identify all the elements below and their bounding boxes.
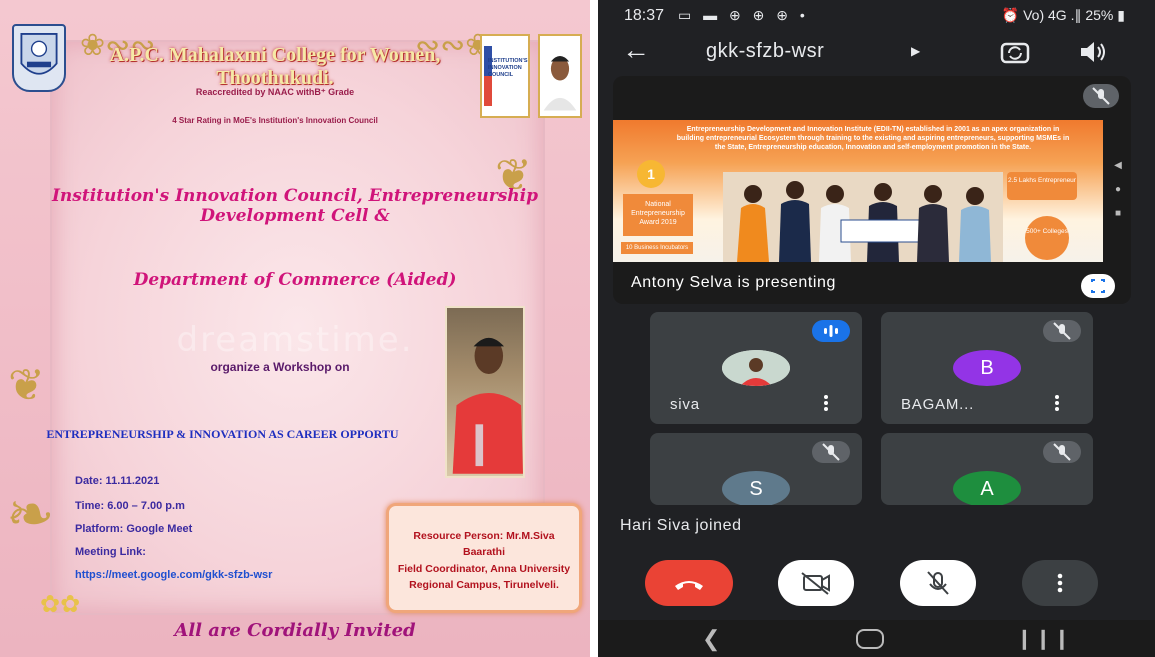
participant-name: siva [670, 396, 700, 413]
circle-dot-icon: ● [1114, 184, 1122, 195]
participant-tile-a[interactable]: A [881, 433, 1093, 505]
status-bar: 18:37 ▭ ▬ ⊕ ⊕ ⊕ • ⏰ Vo) 4G .∥ 25% ▮ [598, 4, 1155, 28]
switch-camera-icon[interactable] [998, 38, 1032, 66]
signal-icons: ⏰ Vo) 4G .∥ [1001, 7, 1082, 23]
meeting-code[interactable]: gkk-sfzb-wsr [706, 40, 824, 63]
square-stop-icon: ■ [1114, 208, 1122, 219]
emblem-icon [20, 33, 58, 75]
workshop-topic: ENTREPRENEURSHIP & INNOVATION AS CAREER … [46, 427, 399, 441]
participant-tile-s[interactable]: S [650, 433, 862, 505]
college-name: A.P.C. Mahalaxmi College for Women, Thoo… [109, 44, 441, 89]
avatar-photo [722, 350, 790, 386]
participant-tile-siva[interactable]: siva [650, 312, 862, 424]
meeting-link-label: Meeting Link: [75, 546, 146, 558]
more-vert-icon[interactable] [1051, 394, 1063, 412]
mic-off-icon [822, 443, 840, 461]
slide-rank-badge: 1 [637, 160, 665, 188]
gold-flower-ornament: ✿✿ [40, 590, 81, 618]
speaker-audio-icon[interactable] [1076, 38, 1110, 66]
dignitary-portrait [538, 34, 582, 118]
presentation-tile[interactable]: Entrepreneurship Development and Innovat… [613, 76, 1131, 304]
avatar-letter: B [953, 350, 1021, 386]
muted-indicator [812, 441, 850, 463]
rating-text: 4 Star Rating in MoE's Institution's Inn… [172, 116, 378, 125]
nav-recents-icon[interactable]: ❙❙❙ [1016, 626, 1072, 651]
camera-off-icon [801, 572, 830, 595]
slide-side-controls: ◀ ● ■ [1113, 154, 1123, 264]
event-time: Time: 6.00 – 7.00 p.m [75, 500, 185, 512]
iic-logo-text: INSTITUTION'S INNOVATION COUNCIL [488, 58, 528, 79]
closing-text: All are Cordially Invited [174, 620, 416, 641]
mic-off-icon [1053, 322, 1071, 340]
meet-top-bar: ← gkk-sfzb-wsr ▶ [598, 34, 1155, 70]
hang-up-icon [675, 581, 703, 590]
event-date: Date: 11.11.2021 [75, 475, 160, 487]
status-time: 18:37 [624, 7, 665, 24]
fullscreen-button[interactable] [1081, 274, 1115, 298]
nav-back-icon[interactable]: ❮ [702, 626, 720, 652]
award-ceremony-photo [723, 172, 1003, 262]
battery-icon: ▮ [1117, 7, 1125, 23]
participant-name: BAGAM... [901, 396, 975, 413]
event-platform: Platform: Google Meet [75, 523, 193, 535]
college-emblem-logo [12, 24, 66, 92]
resource-person-photo [445, 306, 525, 478]
resource-person-box: Resource Person: Mr.M.Siva Baarathi Fiel… [386, 503, 582, 613]
avatar-letter: A [953, 471, 1021, 505]
mic-off-icon [1053, 443, 1071, 461]
avatar-letter: S [722, 471, 790, 505]
presenting-label: Antony Selva is presenting [631, 274, 837, 291]
system-nav-bar: ❮ ❙❙❙ [598, 620, 1155, 657]
iic-logo: INSTITUTION'S INNOVATION COUNCIL [480, 34, 530, 118]
accreditation-text: Reaccredited by NAAC withB⁺ Grade [195, 87, 355, 97]
iic-logo-bar-red [484, 76, 492, 106]
mic-off-icon [927, 571, 949, 595]
participant-tile-bagam[interactable]: B BAGAM... [881, 312, 1093, 424]
speaking-indicator [812, 320, 850, 342]
more-options-button[interactable] [1022, 560, 1098, 606]
slide-intro-text: Entrepreneurship Development and Innovat… [676, 126, 1070, 151]
resource-person-role: Field Coordinator, Anna University Regio… [397, 562, 571, 591]
audio-levels-icon [824, 325, 838, 337]
camera-toggle-button[interactable] [778, 560, 854, 606]
gold-swirl-ornament: ❧ [6, 480, 55, 548]
shared-slide: Entrepreneurship Development and Innovat… [613, 120, 1103, 262]
slide-footer-label: 10 Business Incubators [621, 242, 693, 254]
meet-call-screen: 18:37 ▭ ▬ ⊕ ⊕ ⊕ • ⏰ Vo) 4G .∥ 25% ▮ ← gk… [598, 0, 1155, 657]
end-call-button[interactable] [645, 560, 733, 606]
participant-photo-icon [722, 350, 790, 386]
status-right: ⏰ Vo) 4G .∥ 25% ▮ [1002, 7, 1125, 24]
join-notification: Hari Siva joined [620, 517, 742, 534]
resource-person-name: Resource Person: Mr.M.Siva Baarathi [413, 530, 555, 559]
microphone-toggle-button[interactable] [900, 560, 976, 606]
slide-stat-entrepreneurs: 2.5 Lakhs Entrepreneur [1007, 172, 1077, 200]
battery-level: 25% [1085, 7, 1114, 23]
more-vert-icon [1057, 573, 1063, 593]
organizers-line-2: Department of Commerce (Aided) [133, 270, 457, 290]
nav-home-icon[interactable] [856, 629, 884, 649]
invitation-poster: ❀∾∾ ∾∾❀ ❦ ❧ ✿✿ ❦ A.P.C. Mahalaxmi Colleg… [0, 0, 590, 657]
slide-stat-colleges: 500+ Colleges [1025, 216, 1069, 260]
muted-indicator [1043, 320, 1081, 342]
mic-off-icon [1092, 87, 1110, 105]
triangle-left-icon: ◀ [1114, 160, 1122, 171]
speaker-person-icon [452, 337, 523, 474]
caret-right-icon[interactable]: ▶ [911, 44, 920, 58]
portrait-person-icon [543, 56, 577, 111]
call-controls [598, 560, 1155, 610]
notification-icons: ▭ ▬ ⊕ ⊕ ⊕ • [678, 7, 809, 23]
muted-indicator [1043, 441, 1081, 463]
more-vert-icon[interactable] [820, 394, 832, 412]
meeting-link[interactable]: https://meet.google.com/gkk-sfzb-wsr [75, 569, 272, 581]
organizers-line-1: Institution's Innovation Council, Entrep… [51, 186, 538, 226]
back-arrow-icon[interactable]: ← [622, 36, 658, 66]
presenter-muted-badge [1083, 84, 1119, 108]
fullscreen-icon [1091, 279, 1105, 293]
slide-award-card: National Entrepreneurship Award 2019 [623, 194, 693, 236]
